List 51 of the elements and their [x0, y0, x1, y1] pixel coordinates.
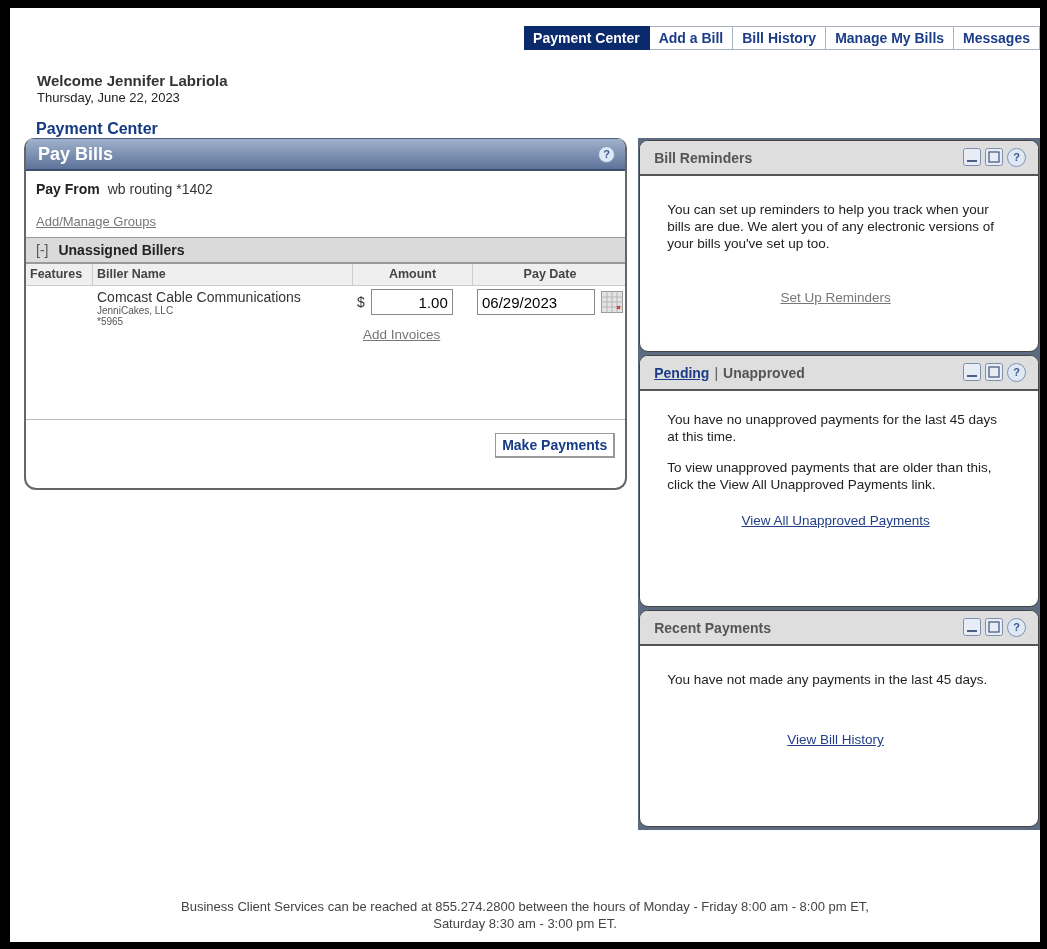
- welcome-text: Welcome Jennifer Labriola: [37, 72, 229, 89]
- minimize-icon[interactable]: [963, 363, 981, 381]
- make-payments-button[interactable]: Make Payments: [495, 433, 616, 458]
- info-text: You can set up reminders to help you track when your bills are due. We alert you of any electronic versions of your bills you've set up too.: [667, 201, 996, 252]
- widget-link[interactable]: Set Up Reminders: [780, 290, 891, 305]
- help-button[interactable]: ?: [1007, 148, 1026, 167]
- nav-tab[interactable]: Manage My Bills: [826, 26, 955, 50]
- group-name: Unassigned Billers: [58, 242, 185, 258]
- amount-field[interactable]: 1.00: [370, 289, 453, 315]
- maximize-icon[interactable]: [985, 618, 1003, 636]
- info-text: You have no unapproved payments for the last 45 days at this time.: [667, 411, 998, 445]
- column-header: Biller Name: [93, 264, 353, 286]
- widget-tab[interactable]: Pending: [654, 364, 710, 381]
- add-invoices-link[interactable]: Add Invoices: [363, 327, 469, 342]
- widget-link[interactable]: View All Unapproved Payments: [741, 513, 930, 528]
- currency-sign: $: [357, 294, 365, 310]
- nav-tab[interactable]: Messages: [954, 26, 1040, 50]
- info-text: To view unapproved payments that are older than this, click the View All Unapproved Payments link.: [667, 459, 993, 493]
- biller-name: Comcast Cable Communications: [97, 289, 302, 305]
- help-button[interactable]: ?: [598, 145, 616, 163]
- footer-text: Business Client Services can be reached at 855.274.2800 between the hours of Monday - Friday 8:00 am - 8:00 pm ET,: [180, 898, 870, 915]
- nav-tab[interactable]: Bill History: [733, 26, 827, 50]
- widget-title: Recent Payments: [654, 619, 771, 636]
- pay-from-label: Pay From: [36, 181, 100, 197]
- maximize-icon[interactable]: [985, 148, 1003, 166]
- nav-tab[interactable]: Add a Bill: [649, 26, 734, 50]
- column-header: Pay Date: [473, 264, 626, 286]
- footer-text: Saturday 8:30 am - 3:00 pm ET.: [432, 915, 618, 932]
- info-text: You have not made any payments in the last 45 days.: [667, 671, 989, 688]
- company-name: JenniCakes, LLC: [97, 305, 175, 316]
- widget-link[interactable]: View Bill History: [787, 732, 884, 747]
- maximize-icon[interactable]: [985, 363, 1003, 381]
- help-button[interactable]: ?: [1007, 618, 1026, 637]
- minimize-icon[interactable]: [963, 618, 981, 636]
- column-header: Amount: [353, 264, 473, 286]
- help-button[interactable]: ?: [1007, 363, 1026, 382]
- nav-tab[interactable]: Payment Center: [524, 26, 650, 50]
- date-text: Thursday, June 22, 2023: [37, 90, 181, 105]
- column-header: Features: [26, 264, 93, 286]
- page-title: Payment Center: [36, 120, 159, 138]
- pay-from-account: wb routing *1402: [107, 181, 213, 197]
- widget-title: Bill Reminders: [654, 149, 753, 166]
- date-field[interactable]: 06/29/2023: [477, 289, 595, 315]
- calendar-icon[interactable]: [601, 291, 623, 313]
- separator: |: [714, 364, 719, 381]
- collapse-toggle[interactable]: [-]: [36, 242, 49, 258]
- manage-groups-link[interactable]: Add/Manage Groups: [36, 214, 156, 229]
- minimize-icon[interactable]: [963, 148, 981, 166]
- widget-tab[interactable]: Unapproved: [723, 364, 805, 381]
- panel-title: Pay Bills: [38, 143, 114, 165]
- account-number: *5965: [97, 316, 125, 327]
